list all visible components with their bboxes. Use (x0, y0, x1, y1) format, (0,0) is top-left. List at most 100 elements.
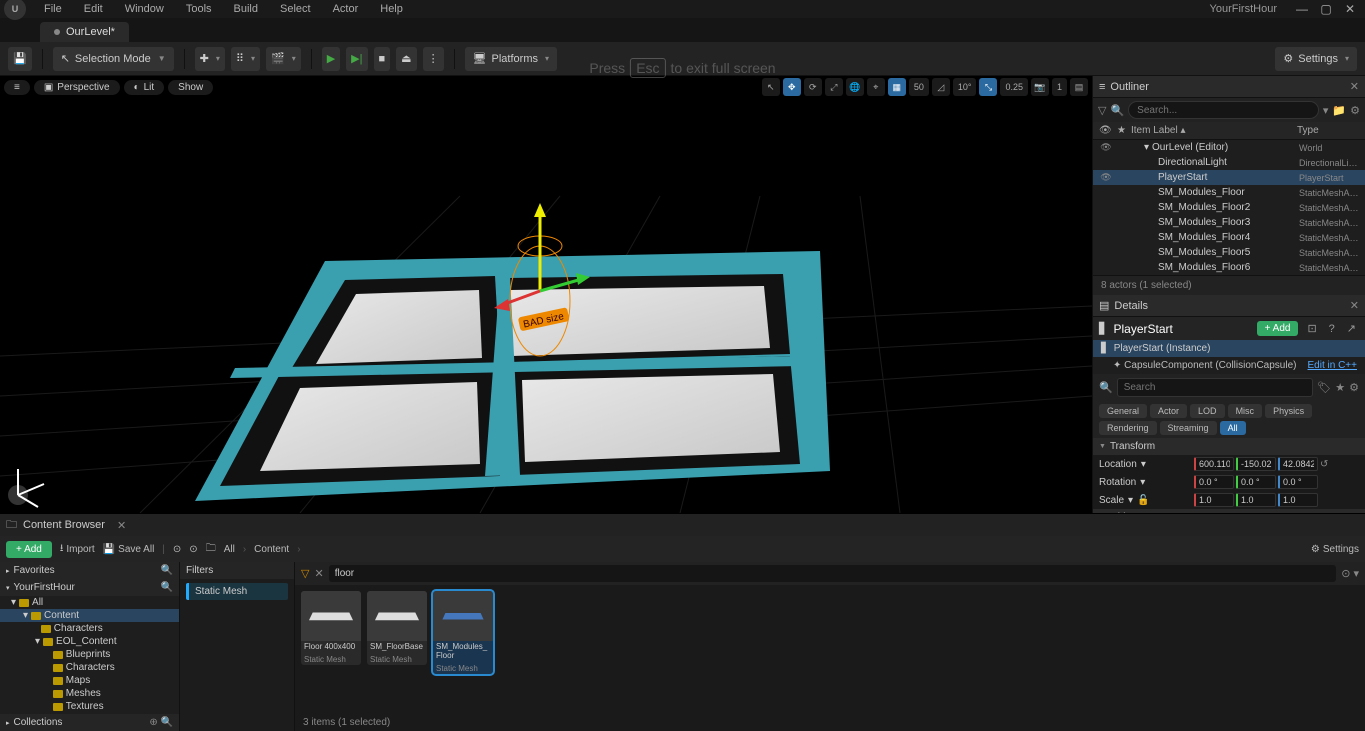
content-browser-tab[interactable]: Content Browser (23, 519, 105, 531)
cb-folder-row[interactable]: Characters (0, 622, 179, 635)
scale-x[interactable] (1194, 493, 1234, 507)
outliner-row[interactable]: SM_Modules_Floor3 StaticMeshActor (1093, 215, 1365, 230)
asset-grid[interactable]: Floor 400x400Static Mesh SM_FloorBaseSta… (295, 585, 1365, 714)
viewport-menu-button[interactable]: ≡ (4, 80, 30, 95)
clear-icon[interactable]: ✕ (314, 567, 323, 580)
cb-folder-row[interactable]: Textures (0, 700, 179, 713)
rotate-tool-icon[interactable]: ⟳ (804, 78, 822, 96)
cb-folder-row[interactable]: ▾ EOL_Content (0, 635, 179, 648)
cb-folder-tree[interactable]: ▾ All▾ Content Characters▾ EOL_Content B… (0, 596, 179, 714)
eject-button[interactable]: ⏏ (396, 47, 416, 71)
camera-speed-icon[interactable]: 📷 (1031, 78, 1049, 96)
asset-tile[interactable]: SM_FloorBaseStatic Mesh (367, 591, 427, 665)
collections-section[interactable]: ▸Collections⊕ 🔍 (0, 714, 179, 731)
asset-tile[interactable]: SM_Modules_FloorStatic Mesh (433, 591, 493, 674)
outliner-row[interactable]: SM_Modules_Floor StaticMeshActor (1093, 185, 1365, 200)
grid-snap-value[interactable]: 50 (909, 78, 929, 96)
outliner-row[interactable]: SM_Modules_Floor2 StaticMeshActor (1093, 200, 1365, 215)
camera-speed-value[interactable]: 1 (1052, 78, 1067, 96)
outliner-col-type[interactable]: Type (1297, 125, 1359, 136)
location-y[interactable] (1236, 457, 1276, 471)
play-options-button[interactable]: ⋮ (423, 47, 444, 71)
outliner-tree[interactable]: 👁 ▾ OurLevel (Editor) World DirectionalL… (1093, 140, 1365, 275)
component-root[interactable]: ▋ PlayerStart (Instance) (1093, 340, 1365, 357)
close-icon[interactable]: ✕ (1350, 80, 1359, 93)
star-icon[interactable]: ★ (1335, 381, 1345, 394)
save-all-button[interactable]: 💾Save All (103, 544, 155, 555)
cb-folder-row[interactable]: ▾ Content (0, 609, 179, 622)
cb-settings-button[interactable]: ⚙Settings (1311, 544, 1359, 555)
link-icon[interactable]: ↗ (1344, 322, 1359, 335)
world-local-toggle[interactable]: 🌐 (846, 78, 864, 96)
level-tab[interactable]: OurLevel* (40, 22, 129, 42)
add-component-button[interactable]: + Add (1257, 321, 1299, 336)
menu-edit[interactable]: Edit (74, 1, 113, 17)
scale-tool-icon[interactable]: ⤢ (825, 78, 843, 96)
angle-snap-value[interactable]: 10° (953, 78, 977, 96)
cb-folder-row[interactable]: Blueprints (0, 648, 179, 661)
chip-lod[interactable]: LOD (1190, 404, 1225, 418)
add-content-button[interactable]: ✚▾ (195, 47, 225, 71)
cb-folder-row[interactable]: Characters (0, 661, 179, 674)
pin-icon[interactable]: ★ (1117, 125, 1131, 136)
settings-button[interactable]: ⚙ Settings ▾ (1275, 47, 1357, 71)
menu-file[interactable]: File (34, 1, 72, 17)
grid-snap-icon[interactable]: ▦ (888, 78, 906, 96)
lock-icon[interactable]: 🔓 (1137, 495, 1149, 506)
cat-object[interactable]: ▼Object (1093, 509, 1365, 513)
reset-icon[interactable]: ↺ (1320, 459, 1328, 470)
save-button[interactable]: 💾 (8, 47, 32, 71)
scale-snap-icon[interactable]: ⤡ (979, 78, 997, 96)
add-icon[interactable]: ⊕ 🔍 (149, 717, 173, 728)
unreal-logo-icon[interactable]: U (4, 0, 26, 20)
gear-icon[interactable]: ⚙ (1350, 104, 1360, 117)
blueprint-icon[interactable]: ⊡ (1304, 322, 1319, 335)
location-z[interactable] (1278, 457, 1318, 471)
filter-static-mesh[interactable]: Static Mesh (186, 583, 288, 600)
crumb-content[interactable]: Content (254, 544, 289, 555)
cb-folder-row[interactable]: ▾ All (0, 596, 179, 609)
filters-header[interactable]: Filters (180, 562, 294, 579)
project-section[interactable]: ▾YourFirstHour🔍 (0, 579, 179, 596)
scale-snap-value[interactable]: 0.25 (1000, 78, 1028, 96)
close-icon[interactable]: ✕ (117, 519, 126, 532)
minimize-icon[interactable]: — (1291, 2, 1313, 16)
outliner-tab[interactable]: ≡ Outliner ✕ (1093, 76, 1365, 98)
new-folder-icon[interactable]: 📁 (1332, 104, 1346, 117)
gear-icon[interactable]: ⚙ (1349, 381, 1359, 394)
menu-tools[interactable]: Tools (176, 1, 222, 17)
scale-z[interactable] (1278, 493, 1318, 507)
outliner-row[interactable]: SM_Modules_Floor6 StaticMeshActor (1093, 260, 1365, 275)
cinematics-button[interactable]: 🎬▾ (266, 47, 301, 71)
tag-icon[interactable]: 🏷 (1317, 381, 1331, 394)
filter-icon[interactable]: ▽ (1098, 104, 1106, 117)
chip-general[interactable]: General (1099, 404, 1147, 418)
menu-help[interactable]: Help (370, 1, 413, 17)
close-icon[interactable]: ✕ (1350, 299, 1359, 312)
menu-actor[interactable]: Actor (323, 1, 369, 17)
crumb-all[interactable]: All (224, 544, 235, 555)
outliner-row[interactable]: SM_Modules_Floor4 StaticMeshActor (1093, 230, 1365, 245)
save-search-icon[interactable]: ⊙ ▾ (1341, 567, 1359, 580)
outliner-search-input[interactable] (1128, 101, 1319, 119)
close-icon[interactable]: ✕ (1339, 2, 1361, 16)
viewport-layout-icon[interactable]: ▤ (1070, 78, 1088, 96)
marketplace-button[interactable]: ⠿▾ (231, 47, 260, 71)
perspective-button[interactable]: ▣ Perspective (34, 80, 120, 95)
chip-streaming[interactable]: Streaming (1160, 421, 1217, 435)
outliner-row[interactable]: 👁 ▾ OurLevel (Editor) World (1093, 140, 1365, 155)
component-child[interactable]: ✦ CapsuleComponent (CollisionCapsule) Ed… (1093, 357, 1365, 374)
location-x[interactable] (1194, 457, 1234, 471)
menu-select[interactable]: Select (270, 1, 321, 17)
scale-y[interactable] (1236, 493, 1276, 507)
chip-physics[interactable]: Physics (1265, 404, 1312, 418)
details-tab[interactable]: ▤ Details ✕ (1093, 295, 1365, 317)
maximize-icon[interactable]: ▢ (1315, 2, 1337, 16)
folder-up[interactable]: 🗀 (206, 541, 216, 558)
search-icon[interactable]: 🔍 (161, 582, 173, 593)
chip-all[interactable]: All (1220, 421, 1246, 435)
show-button[interactable]: Show (168, 80, 213, 95)
edit-cpp-link[interactable]: Edit in C++ (1308, 360, 1357, 371)
platforms-button[interactable]: 🖥 Platforms ▾ (465, 47, 557, 71)
play-skip-button[interactable]: ▶| (346, 47, 367, 71)
